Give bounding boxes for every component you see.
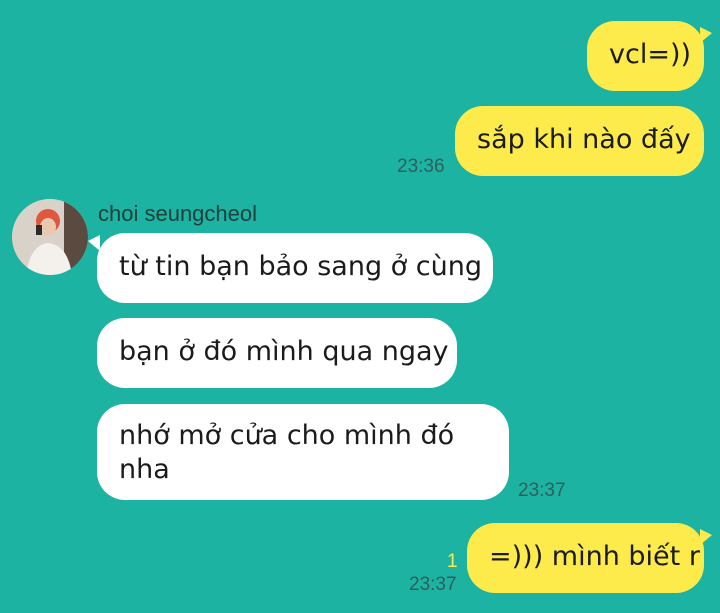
message-text: bạn ở đó mình qua ngay — [119, 336, 449, 367]
outgoing-message-bubble[interactable]: vcl=)) — [587, 21, 704, 91]
message-timestamp: 23:36 — [397, 156, 445, 177]
avatar-image — [12, 199, 88, 275]
message-text: từ tin bạn bảo sang ở cùng — [119, 251, 482, 282]
message-timestamp: 23:37 — [518, 480, 566, 501]
message-text-line: nhớ mở cửa cho mình đó — [119, 420, 455, 451]
message-text: =))) mình biết r — [489, 541, 700, 572]
avatar[interactable] — [12, 199, 88, 275]
message-text: vcl=)) — [609, 39, 692, 70]
incoming-message-bubble[interactable]: bạn ở đó mình qua ngay — [97, 318, 457, 388]
sender-name: choi seungcheol — [98, 201, 258, 226]
bubble-tail — [700, 529, 712, 545]
message-text-line: nha — [119, 454, 170, 485]
incoming-message-bubble[interactable]: nhớ mở cửa cho mình đó nha — [97, 404, 509, 500]
bubble-tail — [88, 235, 100, 251]
unread-count: 1 — [447, 551, 458, 572]
message-text: sắp khi nào đấy — [477, 124, 691, 155]
message-timestamp: 23:37 — [409, 574, 457, 595]
incoming-message-bubble[interactable]: từ tin bạn bảo sang ở cùng — [97, 233, 493, 303]
outgoing-message-bubble[interactable]: sắp khi nào đấy — [455, 106, 704, 176]
outgoing-message-bubble[interactable]: =))) mình biết r — [467, 523, 704, 593]
bubble-tail — [700, 27, 712, 43]
